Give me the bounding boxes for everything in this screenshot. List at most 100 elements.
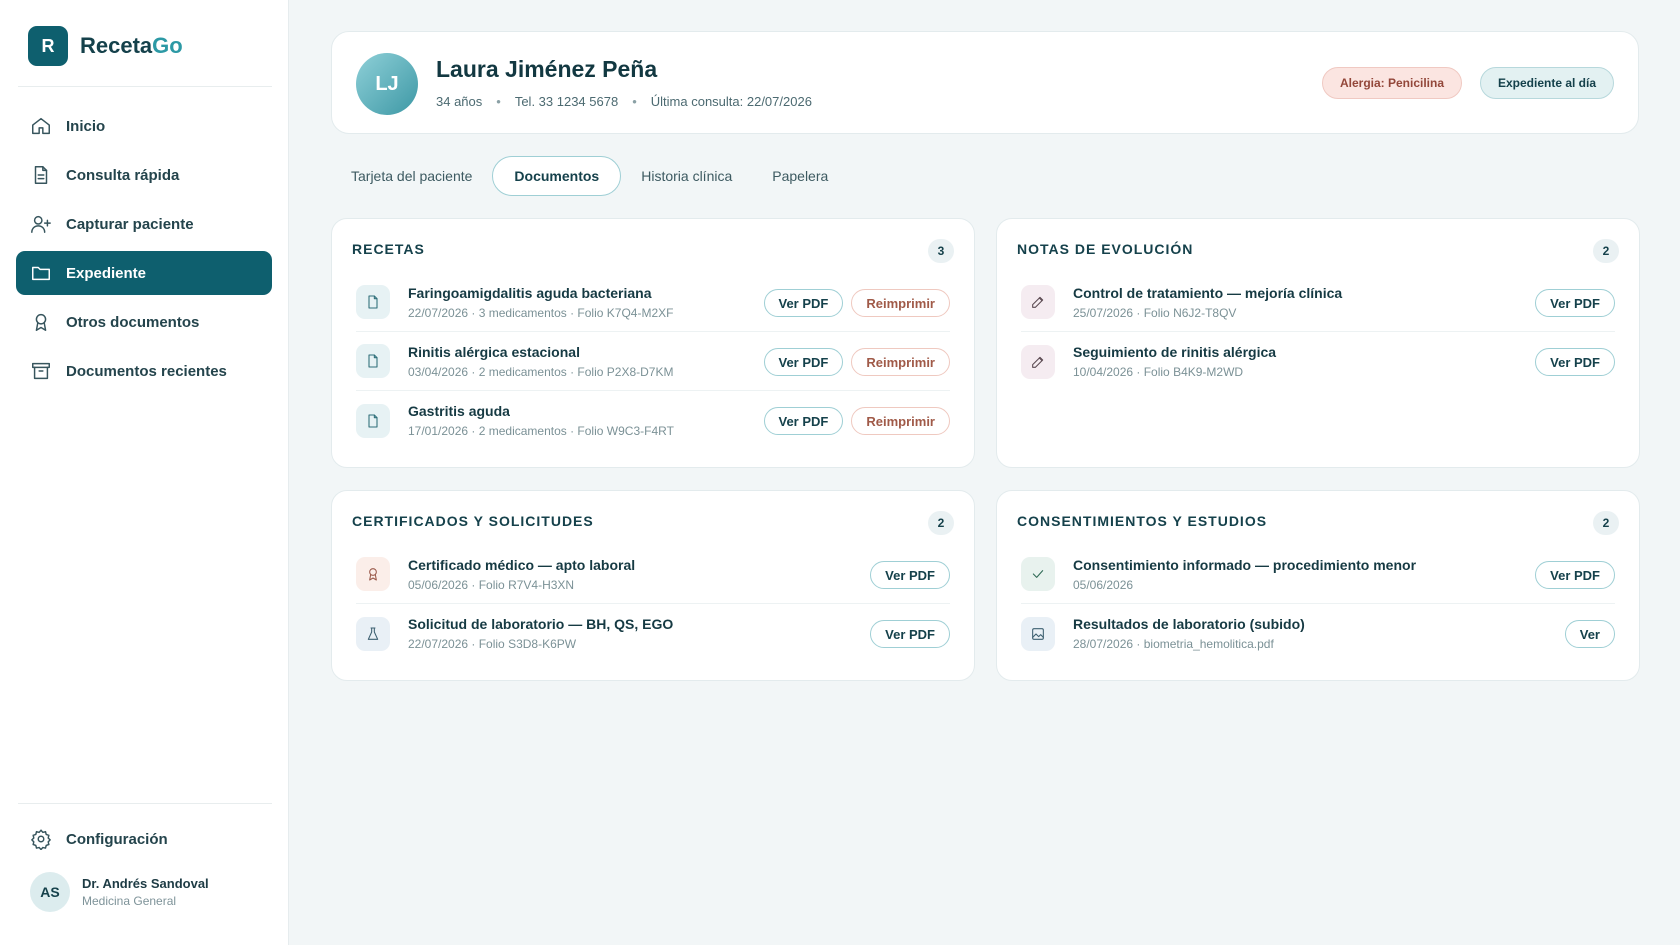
list-item: Seguimiento de rinitis alérgica 10/04/20… bbox=[1021, 332, 1615, 391]
brand-name-part2: Go bbox=[152, 33, 183, 58]
notas-list: Control de tratamiento — mejoría clínica… bbox=[1021, 273, 1615, 391]
item-title: Consentimiento informado — procedimiento… bbox=[1073, 556, 1417, 573]
card-title: NOTAS DE EVOLUCIÓN bbox=[1017, 241, 1194, 257]
brand-name: RecetaGo bbox=[80, 33, 183, 59]
patient-phone: Tel. 33 1234 5678 bbox=[514, 94, 619, 109]
count-badge: 2 bbox=[1593, 239, 1619, 263]
list-item: Certificado médico — apto laboral 05/06/… bbox=[356, 545, 950, 604]
separator-dot: • bbox=[496, 94, 501, 109]
list-item: Faringoamigdalitis aguda bacteriana 22/0… bbox=[356, 273, 950, 332]
item-subtitle: 10/04/2026 · Folio B4K9-M2WD bbox=[1073, 365, 1244, 379]
pencil-icon bbox=[1021, 344, 1055, 379]
sidebar-item-label: Consulta rápida bbox=[66, 166, 180, 184]
item-actions: Ver PDF bbox=[862, 620, 950, 648]
item-text: Solicitud de laboratorio — BH, QS, EGO 2… bbox=[408, 616, 673, 651]
settings-link[interactable]: Configuración bbox=[30, 828, 168, 850]
ver-button[interactable]: Ver bbox=[1564, 620, 1615, 648]
file-icon bbox=[356, 403, 390, 438]
item-subtitle: 22/07/2026 · Folio S3D8-K6PW bbox=[408, 637, 577, 651]
image-icon bbox=[1021, 616, 1055, 651]
patient-header: LJ Laura Jiménez Peña 34 años • Tel. 33 … bbox=[331, 31, 1639, 134]
tab-historia-clinica[interactable]: Historia clínica bbox=[621, 156, 752, 196]
item-subtitle: 03/04/2026 · 2 medicamentos · Folio P2X8… bbox=[408, 364, 674, 379]
item-text: Gastritis aguda 17/01/2026 · 2 medicamen… bbox=[408, 403, 674, 438]
item-actions: Ver PDF bbox=[1527, 561, 1615, 589]
sidebar-item-label: Inicio bbox=[66, 117, 106, 135]
sidebar-item-label: Otros documentos bbox=[66, 313, 200, 331]
award-icon bbox=[356, 557, 390, 591]
separator-dot: • bbox=[632, 94, 637, 109]
brand-mark: R bbox=[28, 26, 68, 66]
home-icon bbox=[32, 117, 50, 135]
reimprimir-button[interactable]: Reimprimir bbox=[851, 348, 950, 376]
reimprimir-button[interactable]: Reimprimir bbox=[851, 407, 950, 435]
item-title: Resultados de laboratorio (subido) bbox=[1073, 616, 1305, 632]
pencil-icon bbox=[1021, 285, 1055, 319]
sidebar-item-label: Capturar paciente bbox=[66, 215, 194, 233]
item-title: Certificado médico — apto laboral bbox=[408, 556, 636, 573]
reimprimir-button[interactable]: Reimprimir bbox=[851, 289, 950, 317]
item-subtitle: 25/07/2026 · Folio N6J2-T8QV bbox=[1073, 305, 1237, 320]
patient-age: 34 años bbox=[436, 94, 483, 109]
item-text: Consentimiento informado — procedimiento… bbox=[1073, 557, 1416, 592]
tab-papelera[interactable]: Papelera bbox=[752, 156, 848, 196]
sidebar-item-label: Documentos recientes bbox=[66, 362, 227, 380]
list-item: Resultados de laboratorio (subido) 28/07… bbox=[1021, 604, 1615, 663]
sidebar-item-otros-documentos[interactable]: Otros documentos bbox=[16, 300, 272, 344]
item-text: Certificado médico — apto laboral 05/06/… bbox=[408, 557, 635, 592]
list-item: Control de tratamiento — mejoría clínica… bbox=[1021, 273, 1615, 332]
list-item: Consentimiento informado — procedimiento… bbox=[1021, 545, 1615, 604]
brand-logo[interactable]: R RecetaGo bbox=[28, 26, 183, 66]
user-name: Dr. Andrés Sandoval bbox=[82, 876, 209, 891]
item-title: Seguimiento de rinitis alérgica bbox=[1073, 344, 1277, 360]
patient-last-visit: Última consulta: 22/07/2026 bbox=[650, 94, 812, 109]
patient-meta: 34 años • Tel. 33 1234 5678 • Última con… bbox=[436, 94, 812, 109]
notas-card: NOTAS DE EVOLUCIÓN 2 Control de tratamie… bbox=[996, 218, 1640, 468]
ver-pdf-button[interactable]: Ver PDF bbox=[1535, 289, 1615, 317]
patient-avatar: LJ bbox=[356, 53, 418, 115]
ver-pdf-button[interactable]: Ver PDF bbox=[763, 348, 844, 376]
list-item: Solicitud de laboratorio — BH, QS, EGO 2… bbox=[356, 604, 950, 663]
ver-pdf-button[interactable]: Ver PDF bbox=[763, 289, 844, 317]
ver-pdf-button[interactable]: Ver PDF bbox=[1535, 561, 1615, 589]
brand-name-part1: Receta bbox=[80, 33, 153, 58]
item-text: Faringoamigdalitis aguda bacteriana 22/0… bbox=[408, 285, 673, 320]
file-icon bbox=[356, 285, 390, 319]
sidebar-divider-bottom bbox=[18, 803, 272, 804]
sidebar-item-label: Expediente bbox=[66, 264, 147, 282]
consentimientos-list: Consentimiento informado — procedimiento… bbox=[1021, 545, 1615, 663]
list-item: Gastritis aguda 17/01/2026 · 2 medicamen… bbox=[356, 391, 950, 450]
user-meta: Dr. Andrés Sandoval Medicina General bbox=[82, 876, 209, 908]
user-profile[interactable]: AS Dr. Andrés Sandoval Medicina General bbox=[30, 872, 209, 912]
item-actions: Ver PDF Reimprimir bbox=[756, 407, 950, 435]
ver-pdf-button[interactable]: Ver PDF bbox=[1535, 348, 1615, 376]
sidebar-item-capturar-paciente[interactable]: Capturar paciente bbox=[16, 202, 272, 246]
sidebar-divider-top bbox=[18, 86, 272, 87]
folder-icon bbox=[32, 266, 50, 281]
award-icon bbox=[35, 313, 47, 331]
file-icon bbox=[356, 344, 390, 378]
item-text: Rinitis alérgica estacional 03/04/2026 ·… bbox=[408, 344, 673, 379]
allergy-badge: Alergia: Penicilina bbox=[1322, 67, 1462, 99]
item-title: Control de tratamiento — mejoría clínica bbox=[1073, 284, 1343, 301]
ver-pdf-button[interactable]: Ver PDF bbox=[870, 620, 950, 648]
sidebar-item-inicio[interactable]: Inicio bbox=[16, 104, 272, 148]
item-text: Control de tratamiento — mejoría clínica… bbox=[1073, 285, 1342, 320]
item-actions: Ver PDF bbox=[1527, 348, 1615, 376]
item-subtitle: 05/06/2026 · Folio R7V4-H3XN bbox=[408, 577, 575, 592]
avatar: AS bbox=[30, 872, 70, 912]
flask-icon bbox=[356, 616, 390, 651]
sidebar-item-consulta-rapida[interactable]: Consulta rápida bbox=[16, 153, 272, 197]
ver-pdf-button[interactable]: Ver PDF bbox=[870, 561, 950, 589]
item-subtitle: 05/06/2026 bbox=[1073, 577, 1134, 592]
card-title: RECETAS bbox=[352, 241, 425, 257]
item-actions: Ver PDF Reimprimir bbox=[756, 348, 950, 376]
certificados-list: Certificado médico — apto laboral 05/06/… bbox=[356, 545, 950, 663]
item-title: Solicitud de laboratorio — BH, QS, EGO bbox=[408, 616, 674, 632]
sidebar-item-expediente[interactable]: Expediente bbox=[16, 251, 272, 295]
count-badge: 3 bbox=[928, 239, 954, 263]
sidebar-item-documentos-recientes[interactable]: Documentos recientes bbox=[16, 349, 272, 393]
tab-tarjeta-del-paciente[interactable]: Tarjeta del paciente bbox=[331, 156, 492, 196]
tab-documentos[interactable]: Documentos bbox=[492, 156, 622, 196]
ver-pdf-button[interactable]: Ver PDF bbox=[763, 407, 844, 435]
